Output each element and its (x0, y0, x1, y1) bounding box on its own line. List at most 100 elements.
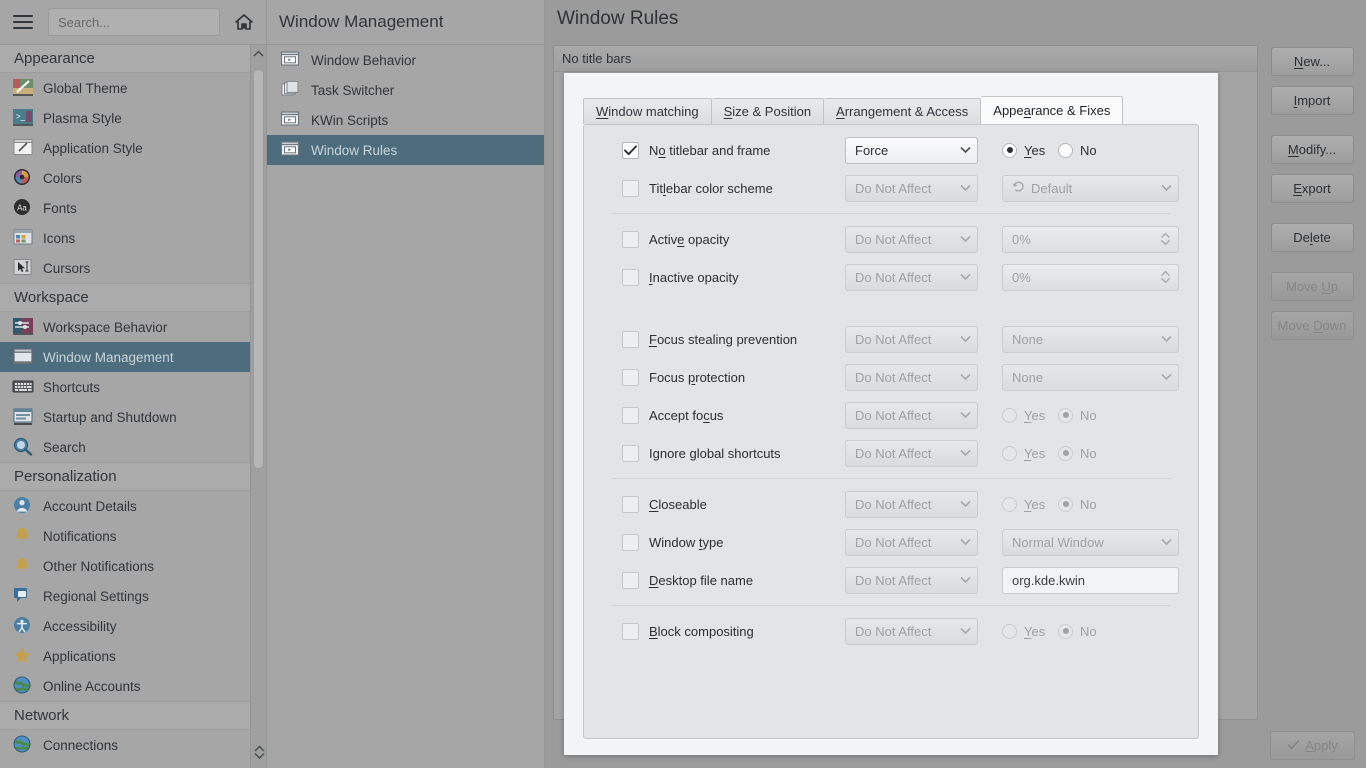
checkbox-window-type[interactable] (622, 533, 639, 551)
sidebar-item-fonts[interactable]: Aa Fonts (0, 193, 266, 223)
accessibility-icon (12, 616, 34, 636)
subcategory-item-window-rules[interactable]: Window Rules (267, 135, 544, 165)
policy-select-ignore-global-shortcuts: Do Not Affect (845, 439, 978, 467)
subcategory-list: Window Behavior Task Switcher KWin Scrip… (267, 45, 544, 165)
checkbox-ignore-global-shortcuts[interactable] (622, 444, 639, 462)
policy-select-value: Do Not Affect (855, 407, 932, 423)
kwin-scripts-icon (279, 110, 301, 130)
spinner-arrows-icon (1160, 270, 1174, 284)
sidebar-item-accessibility[interactable]: Accessibility (0, 611, 266, 641)
move-up-button: Move Up (1270, 272, 1354, 301)
sidebar-item-icons[interactable]: Icons (0, 223, 266, 253)
sidebar-item-applications[interactable]: Applications (0, 641, 266, 671)
spinbox-value: 0% (1012, 269, 1031, 285)
tab-arrangement-access[interactable]: Arrangement & Access (824, 98, 982, 124)
workspace-behavior-icon (12, 317, 34, 337)
sidebar-item-online-accounts[interactable]: Online Accounts (0, 671, 266, 701)
window-rules-icon (279, 140, 301, 160)
sidebar-item-other-notifications[interactable]: Other Notifications (0, 551, 266, 581)
chevron-down-icon (1161, 371, 1172, 383)
export-button[interactable]: Export (1270, 174, 1354, 203)
subcategory-item-label: Task Switcher (311, 82, 395, 98)
text-input-desktop-file-name[interactable]: org.kde.kwin (1002, 566, 1179, 594)
sidebar-scroll-area[interactable]: Appearance Global Theme >_ Plasma Style … (0, 45, 266, 768)
checkbox-block-compositing[interactable] (622, 622, 639, 640)
rules-list-item[interactable]: No title bars (554, 46, 1257, 72)
spinbox-active-opacity: 0% (1002, 225, 1179, 253)
chevron-down-icon (960, 145, 971, 156)
sidebar-item-window-management[interactable]: Window Management (0, 342, 266, 372)
checkbox-focus-protection[interactable] (622, 368, 639, 386)
radio-indicator (1002, 142, 1017, 158)
subcategory-item-window-behavior[interactable]: Window Behavior (267, 45, 544, 75)
tab-size-position[interactable]: Size & Position (711, 98, 825, 124)
radio-no-titlebar-and-frame-no[interactable]: No (1058, 142, 1106, 158)
radio-block-compositing-no: No (1058, 623, 1106, 639)
search-input[interactable]: Search... (48, 8, 220, 36)
chevron-down-icon (960, 334, 971, 345)
chevron-down-icon (960, 626, 971, 637)
checkbox-closeable[interactable] (622, 495, 639, 513)
tab-appearance-fixes[interactable]: Appearance & Fixes (981, 96, 1124, 124)
form-divider (612, 213, 1170, 214)
label-window-type: Window type (649, 534, 724, 550)
value-select-window-type: Normal Window (1002, 528, 1179, 556)
import-button[interactable]: Import (1270, 86, 1354, 115)
account-details-icon (12, 496, 34, 516)
new-button[interactable]: New... (1270, 47, 1354, 76)
scroll-bottom-arrows[interactable] (251, 736, 267, 768)
policy-select-no-titlebar-and-frame[interactable]: Force (845, 136, 978, 164)
search-placeholder: Search... (58, 14, 111, 30)
sidebar-scroll-track[interactable] (251, 61, 267, 768)
chevron-down-icon (960, 448, 971, 459)
sidebar-item-cursors[interactable]: Cursors (0, 253, 266, 283)
policy-select-block-compositing: Do Not Affect (845, 617, 978, 645)
subcategory-item-task-switcher[interactable]: Task Switcher (267, 75, 544, 105)
radio-no-titlebar-and-frame-yes[interactable]: Yes (1002, 142, 1050, 158)
window-management-icon (12, 347, 34, 367)
label-desktop-file-name: Desktop file name (649, 572, 754, 588)
sidebar-item-plasma-style[interactable]: >_ Plasma Style (0, 103, 266, 133)
policy-select-value: Do Not Affect (855, 331, 932, 347)
sidebar-item-global-theme[interactable]: Global Theme (0, 73, 266, 103)
value-select-titlebar-color-scheme: Default (1002, 174, 1179, 202)
sidebar-item-notifications[interactable]: Notifications (0, 521, 266, 551)
sidebar-item-regional-settings[interactable]: Regional Settings (0, 581, 266, 611)
modify-button[interactable]: Modify... (1270, 135, 1354, 164)
sidebar-item-workspace-behavior[interactable]: Workspace Behavior (0, 312, 266, 342)
checkbox-desktop-file-name[interactable] (622, 571, 639, 589)
sidebar-item-colors[interactable]: Colors (0, 163, 266, 193)
sidebar-scroll-thumb[interactable] (252, 69, 264, 469)
subcategory-item-kwin-scripts[interactable]: KWin Scripts (267, 105, 544, 135)
policy-select-value: Do Not Affect (855, 180, 932, 196)
checkbox-no-titlebar-and-frame[interactable] (622, 141, 639, 159)
sidebar-item-application-style[interactable]: Application Style (0, 133, 266, 163)
tab-window-matching[interactable]: Window matching (583, 98, 712, 124)
radio-indicator (1002, 623, 1017, 639)
checkbox-focus-stealing-prevention[interactable] (622, 330, 639, 348)
checkbox-inactive-opacity[interactable] (622, 268, 639, 286)
form-row-closeable: Closeable Do Not Affect Yes No (584, 490, 1198, 518)
value-select-value: None (1012, 331, 1044, 347)
plasma-style-icon: >_ (12, 108, 34, 128)
sidebar-item-label: Accessibility (43, 618, 117, 634)
sidebar-item-label: Fonts (43, 200, 77, 216)
scroll-up-icon[interactable] (251, 45, 267, 61)
checkbox-active-opacity[interactable] (622, 230, 639, 248)
sidebar-item-search[interactable]: Search (0, 432, 266, 462)
home-icon[interactable] (230, 8, 258, 36)
sidebar-scrollbar[interactable] (250, 45, 266, 768)
sidebar-item-account-details[interactable]: Account Details (0, 491, 266, 521)
revert-icon (1012, 180, 1025, 196)
delete-button[interactable]: Delete (1270, 223, 1354, 252)
startup-shutdown-icon (12, 407, 34, 427)
chevron-down-icon (960, 272, 971, 283)
form-row-ignore-global-shortcuts: Ignore global shortcuts Do Not Affect Yes N… (584, 439, 1198, 467)
sidebar-item-connections[interactable]: Connections (0, 730, 266, 760)
checkbox-titlebar-color-scheme[interactable] (622, 179, 639, 197)
radio-label: No (1080, 142, 1097, 158)
hamburger-menu-icon[interactable] (10, 9, 36, 35)
checkbox-accept-focus[interactable] (622, 406, 639, 424)
sidebar-item-shortcuts[interactable]: Shortcuts (0, 372, 266, 402)
sidebar-item-startup-and-shutdown[interactable]: Startup and Shutdown (0, 402, 266, 432)
